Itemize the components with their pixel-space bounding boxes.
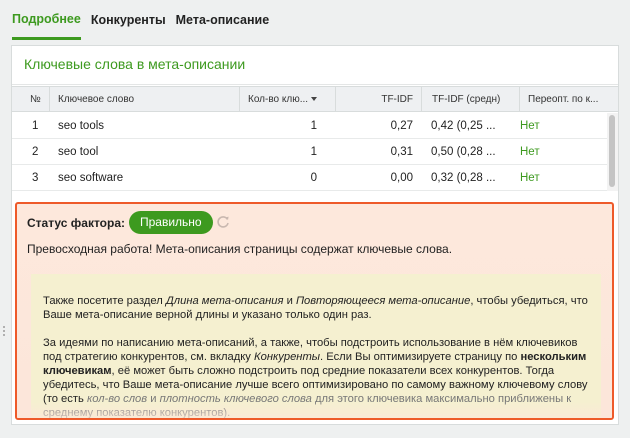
tab-meta-description[interactable]: Мета-описание <box>176 0 270 40</box>
column-header-tfidf-avg[interactable]: TF-IDF (средн) <box>421 87 519 112</box>
link-duplicate-meta: Повторяющееся мета-описание <box>295 295 471 307</box>
status-message: Превосходная работа! Мета-описания стран… <box>27 242 453 256</box>
cell-overopt: Нет <box>520 146 540 158</box>
cell-tfidf-avg: 0,50 (0,28 ... <box>431 146 496 158</box>
fade-overlay <box>17 402 612 418</box>
link-competitors-tab: Конкуренты <box>254 351 321 363</box>
advice-paragraph-1: Также посетите раздел Длина мета-описани… <box>43 295 588 321</box>
table-row[interactable]: 3 seo software 0 0,00 0,32 (0,28 ... Нет <box>12 165 607 191</box>
column-header-number[interactable]: № <box>30 87 50 112</box>
divider <box>12 84 618 85</box>
factor-status-box: Статус фактора: Правильно Превосходная р… <box>15 202 614 420</box>
cell-keyword: seo tool <box>58 146 99 158</box>
table-header: № Ключевое слово Кол-во клю... TF-IDF TF… <box>12 86 618 112</box>
cell-tfidf-avg: 0,32 (0,28 ... <box>431 172 496 184</box>
cell-number: 3 <box>32 172 39 184</box>
table-row[interactable]: 2 seo tool 1 0,31 0,50 (0,28 ... Нет <box>12 139 607 165</box>
refresh-icon[interactable] <box>215 214 231 230</box>
tab-details[interactable]: Подробнее <box>12 0 81 40</box>
panel-title: Ключевые слова в мета-описании <box>24 56 246 72</box>
status-label: Статус фактора: <box>27 216 126 230</box>
cell-overopt: Нет <box>520 120 540 132</box>
sort-desc-icon <box>311 97 318 102</box>
tab-bar: Подробнее Конкуренты Мета-описание <box>12 0 279 40</box>
cell-number: 2 <box>32 146 39 158</box>
tab-competitors[interactable]: Конкуренты <box>91 0 166 40</box>
table-row[interactable]: 1 seo tools 1 0,27 0,42 (0,25 ... Нет <box>12 113 607 139</box>
advice-note: Также посетите раздел Длина мета-описани… <box>31 274 601 418</box>
cell-number: 1 <box>32 120 39 132</box>
side-resize-handle[interactable] <box>3 326 6 338</box>
table-scrollbar[interactable] <box>607 113 618 191</box>
scrollbar-thumb[interactable] <box>609 115 615 187</box>
cell-tfidf: 0,27 <box>390 120 413 132</box>
cell-tfidf-avg: 0,42 (0,25 ... <box>431 120 496 132</box>
column-header-overopt[interactable]: Переопт. по к... <box>519 87 607 112</box>
app-window: Подробнее Конкуренты Мета-описание Ключе… <box>0 0 630 438</box>
cell-overopt: Нет <box>520 172 540 184</box>
drag-handle-icon[interactable] <box>309 194 323 205</box>
column-header-keyword[interactable]: Ключевое слово <box>49 87 239 112</box>
cell-keyword: seo software <box>58 172 124 184</box>
link-meta-length: Длина мета-описания <box>165 295 284 307</box>
column-header-tfidf[interactable]: TF-IDF <box>335 87 421 112</box>
column-header-keyword-label: Ключевое слово <box>58 94 135 105</box>
cell-keyword-count: 0 <box>310 172 317 184</box>
keywords-panel: Ключевые слова в мета-описании № Ключево… <box>11 45 619 425</box>
cell-keyword: seo tools <box>58 120 105 132</box>
status-badge: Правильно <box>129 211 213 234</box>
column-header-keyword-count[interactable]: Кол-во клю... <box>239 87 335 112</box>
cell-keyword-count: 1 <box>310 120 317 132</box>
cell-tfidf: 0,00 <box>390 172 413 184</box>
table-body: 1 seo tools 1 0,27 0,42 (0,25 ... Нет 2 … <box>12 113 618 191</box>
cell-keyword-count: 1 <box>310 146 317 158</box>
cell-tfidf: 0,31 <box>390 146 413 158</box>
column-header-keyword-count-label: Кол-во клю... <box>248 94 309 105</box>
